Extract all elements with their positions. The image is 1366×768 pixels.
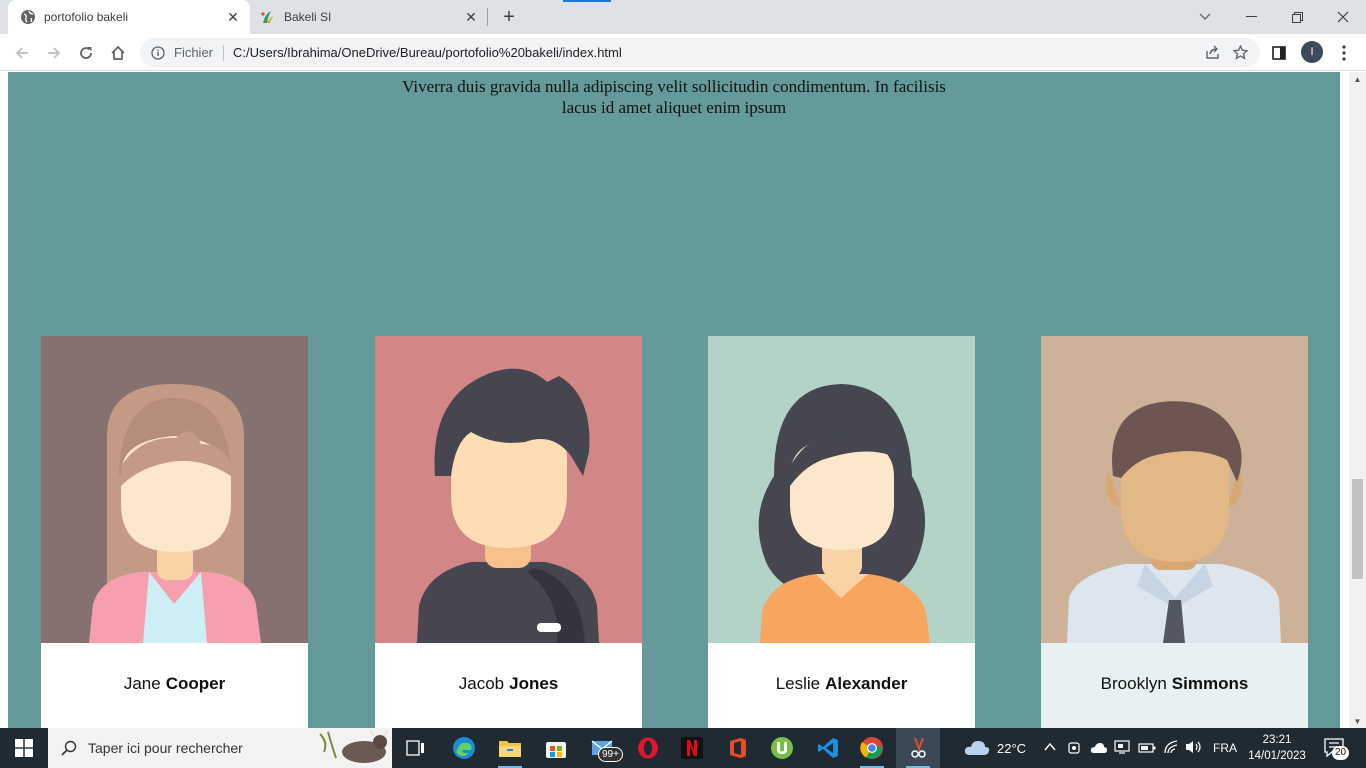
close-window-icon[interactable] [1320, 0, 1366, 34]
member-name: Jane Cooper [41, 643, 308, 728]
store-icon[interactable] [534, 728, 578, 768]
address-bar[interactable]: Fichier C:/Users/Ibrahima/OneDrive/Burea… [140, 38, 1260, 67]
battery-icon[interactable] [1138, 741, 1156, 759]
man-shirt-tie-avatar-icon [1067, 401, 1281, 643]
first-name: Jacob [458, 673, 505, 693]
scroll-up-icon[interactable]: ▲ [1349, 72, 1366, 86]
first-name: Jane [123, 673, 161, 693]
edge-icon[interactable] [442, 728, 486, 768]
team-card-jane-cooper: Jane Cooper [41, 336, 308, 728]
system-clock[interactable]: 23:21 14/01/2023 [1242, 732, 1312, 764]
avatar-photo [708, 336, 975, 643]
weather-temperature[interactable]: 22°C [997, 741, 1026, 756]
member-name: Brooklyn Simmons [1041, 643, 1308, 728]
intro-text: Viverra duis gravida nulla adipiscing ve… [8, 76, 1340, 118]
vscode-icon[interactable] [806, 728, 850, 768]
tab-strip-indicator [563, 0, 611, 2]
avatar-photo [41, 336, 308, 643]
last-name: Cooper [165, 673, 226, 693]
close-tab-icon[interactable]: ✕ [224, 8, 242, 26]
netflix-icon[interactable] [670, 728, 714, 768]
avatar-photo [1041, 336, 1308, 643]
search-placeholder: Taper ici pour rechercher [88, 740, 243, 756]
url-text[interactable]: C:/Users/Ibrahima/OneDrive/Bureau/portof… [233, 45, 1198, 60]
office-icon[interactable] [716, 728, 760, 768]
man-dark-hoodie-avatar-icon [417, 368, 599, 643]
last-name: Simmons [1171, 673, 1249, 693]
side-panel-icon[interactable] [1265, 39, 1293, 67]
windows-taskbar: Taper ici pour rechercher 99+ 22°C FRA 2… [0, 728, 1366, 768]
bookmark-star-icon[interactable] [1226, 39, 1254, 67]
taskbar-search-box[interactable]: Taper ici pour rechercher [48, 728, 392, 768]
notification-center-icon[interactable]: 20 [1320, 736, 1356, 762]
woman-long-hair-avatar-icon [89, 384, 261, 643]
chrome-icon[interactable] [850, 728, 894, 768]
menu-kebab-icon[interactable] [1330, 39, 1358, 67]
profile-avatar[interactable]: I [1301, 41, 1323, 63]
minimize-icon[interactable] [1228, 0, 1274, 34]
tab-divider [487, 8, 488, 26]
forward-icon[interactable] [40, 39, 68, 67]
meet-now-icon[interactable] [1068, 740, 1082, 761]
browser-toolbar: Fichier C:/Users/Ibrahima/OneDrive/Burea… [0, 34, 1366, 71]
last-name: Alexander [825, 673, 908, 693]
file-explorer-icon[interactable] [488, 728, 532, 768]
tab-title: Bakeli SI [284, 10, 332, 24]
clock-date: 14/01/2023 [1248, 750, 1306, 762]
close-tab-icon[interactable]: ✕ [462, 8, 480, 26]
member-name: Leslie Alexander [708, 643, 975, 728]
tab-title: portofolio bakeli [44, 10, 129, 24]
mail-icon[interactable]: 99+ [582, 728, 626, 768]
restore-icon[interactable] [1274, 0, 1320, 34]
wifi-icon[interactable] [1163, 739, 1179, 760]
last-name: Jones [509, 673, 559, 693]
tab-search-icon[interactable] [1182, 0, 1228, 34]
globe-icon [20, 9, 36, 25]
team-card-brooklyn-simmons: Brooklyn Simmons [1041, 336, 1308, 728]
volume-icon[interactable] [1185, 739, 1203, 760]
search-highlight-illustration-icon [319, 729, 389, 763]
share-icon[interactable] [1198, 39, 1226, 67]
tab-portofolio[interactable]: portofolio bakeli ✕ [8, 0, 250, 34]
page-scrollbar[interactable]: ▲ ▼ [1349, 72, 1366, 728]
security-label: Fichier [174, 45, 214, 60]
mail-badge: 99+ [598, 747, 623, 762]
onedrive-icon[interactable] [1090, 741, 1108, 759]
clock-time: 23:21 [1262, 734, 1292, 746]
avatar-photo [375, 336, 642, 643]
intro-line-1: Viverra duis gravida nulla adipiscing ve… [402, 77, 946, 96]
scroll-thumb[interactable] [1352, 479, 1363, 579]
windows-start-icon[interactable] [0, 728, 48, 768]
member-name: Jacob Jones [375, 643, 642, 728]
bakeli-logo-icon [260, 9, 276, 25]
scroll-down-icon[interactable]: ▼ [1349, 714, 1366, 728]
tab-bar: portofolio bakeli ✕ Bakeli SI ✕ + [0, 0, 1366, 34]
team-card-leslie-alexander: Leslie Alexander [708, 336, 975, 728]
intro-line-2: lacus id amet aliquet enim ipsum [561, 98, 787, 117]
woman-dark-hair-avatar-icon [758, 384, 930, 643]
first-name: Leslie [775, 673, 821, 693]
task-view-icon[interactable] [394, 728, 438, 768]
page-content: Viverra duis gravida nulla adipiscing ve… [8, 72, 1340, 728]
notification-badge: 20 [1332, 746, 1350, 760]
home-icon[interactable] [104, 39, 132, 67]
back-icon[interactable] [8, 39, 36, 67]
first-name: Brooklyn [1100, 673, 1167, 693]
tab-bakeli[interactable]: Bakeli SI ✕ [250, 0, 488, 34]
search-icon [60, 739, 78, 757]
utorrent-icon[interactable] [760, 728, 804, 768]
new-tab-button[interactable]: + [498, 6, 520, 28]
snipping-tool-icon[interactable] [896, 728, 940, 768]
language-indicator[interactable]: FRA [1213, 741, 1237, 755]
display-icon[interactable] [1114, 739, 1130, 760]
weather-cloud-icon[interactable] [964, 738, 990, 761]
tray-chevron-up-icon[interactable] [1043, 740, 1057, 759]
info-icon[interactable] [150, 45, 166, 61]
reload-icon[interactable] [72, 39, 100, 67]
address-divider [223, 44, 225, 61]
opera-icon[interactable] [626, 728, 670, 768]
team-card-jacob-jones: Jacob Jones [375, 336, 642, 728]
